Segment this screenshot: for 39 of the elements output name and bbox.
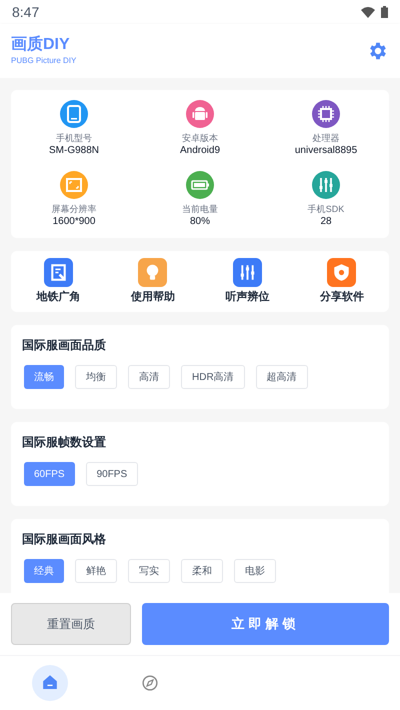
tool-label[interactable]: 地铁广角 bbox=[36, 290, 80, 305]
option-chip[interactable]: 均衡 bbox=[75, 365, 117, 389]
info-label: 手机型号 bbox=[56, 132, 92, 144]
option-chip[interactable]: 柔和 bbox=[181, 559, 223, 583]
app-title: 画质DIY bbox=[11, 35, 71, 55]
wifi-icon bbox=[361, 6, 375, 18]
option-chip[interactable]: 高清 bbox=[128, 365, 170, 389]
section-title: 国际服画面风格 bbox=[22, 531, 107, 547]
info-value: 80% bbox=[190, 215, 210, 228]
section-title: 国际服画面品质 bbox=[22, 337, 107, 353]
edit-icon[interactable] bbox=[44, 258, 73, 287]
status-time: 8:47 bbox=[12, 2, 40, 22]
info-label: 手机SDK bbox=[308, 203, 344, 215]
sliders-icon[interactable] bbox=[232, 258, 262, 287]
info-label: 处理器 bbox=[312, 132, 340, 144]
info-label: 当前电量 bbox=[182, 203, 218, 215]
info-value: 28 bbox=[320, 215, 332, 228]
info-label: 安卓版本 bbox=[182, 132, 218, 144]
option-chip[interactable]: HDR高清 bbox=[181, 365, 245, 389]
option-chip[interactable]: 超高清 bbox=[256, 365, 308, 389]
option-chip[interactable]: 写实 bbox=[128, 559, 170, 583]
info-label: 屏幕分辨率 bbox=[52, 203, 96, 215]
info-value: 1600*900 bbox=[52, 215, 96, 228]
bulb-icon[interactable] bbox=[138, 258, 168, 287]
app-subtitle: PUBG Picture DIY bbox=[11, 55, 76, 67]
info-value: universal8895 bbox=[294, 144, 358, 157]
tool-label[interactable]: 听声辨位 bbox=[225, 290, 270, 305]
shield-icon[interactable] bbox=[327, 258, 356, 287]
info-value: SM-G988N bbox=[48, 144, 99, 157]
option-chip[interactable]: 鲜艳 bbox=[75, 559, 117, 583]
section-title: 国际服帧数设置 bbox=[22, 434, 107, 450]
reset-button[interactable]: 重置画质 bbox=[11, 603, 131, 645]
option-chip[interactable]: 90FPS bbox=[86, 462, 138, 486]
option-chip[interactable]: 电影 bbox=[234, 559, 276, 583]
home-tab[interactable] bbox=[32, 665, 68, 701]
tool-label[interactable]: 分享软件 bbox=[320, 290, 364, 305]
tool-label[interactable]: 使用帮助 bbox=[130, 290, 175, 305]
info-value: Android9 bbox=[180, 144, 220, 157]
battery-icon bbox=[381, 6, 388, 18]
